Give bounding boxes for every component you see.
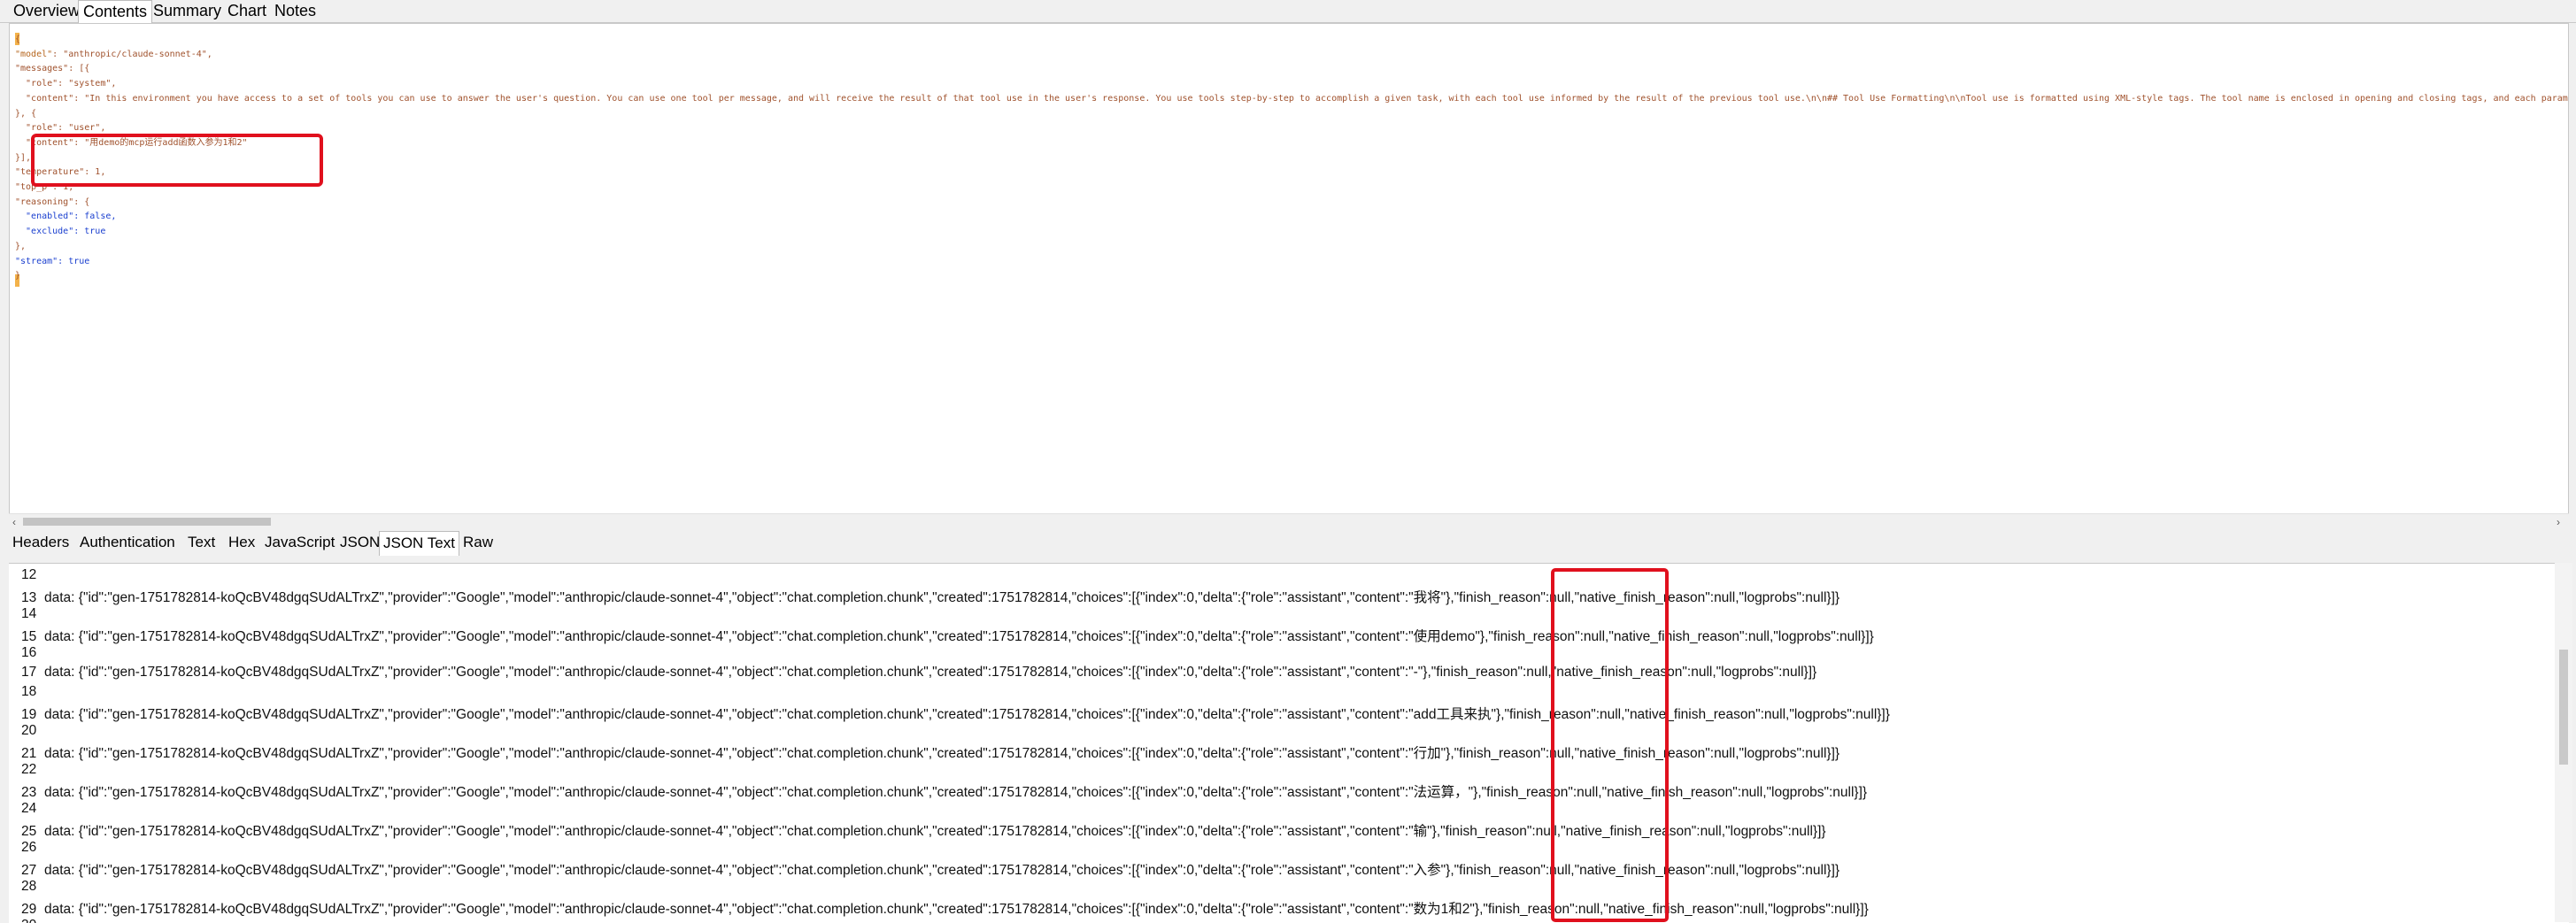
line-number: 16 [21, 645, 37, 660]
json-line: "reasoning": { [15, 196, 90, 207]
tab-chart[interactable]: Chart [223, 0, 271, 21]
json-line: "top_p": 1, [15, 182, 74, 193]
line-number: 24 [21, 801, 37, 816]
request-horizontal-scrollbar[interactable]: ‹ › [9, 513, 2569, 529]
request-json-text: {"model": "anthropic/claude-sonnet-4", "m… [15, 33, 2568, 284]
scrollbar-thumb[interactable] [23, 518, 271, 526]
json-line: "temperature": 1, [15, 167, 106, 178]
json-line: "enabled": false, [15, 212, 117, 222]
line-number: 28 [21, 879, 37, 894]
line-number: 26 [21, 840, 37, 855]
json-value: "anthropic/claude-sonnet-4", [63, 49, 212, 59]
json-line: { [15, 35, 21, 44]
stream-line: 30 [21, 918, 44, 923]
tab-contents[interactable]: Contents [78, 0, 153, 23]
stream-line: 14 [21, 606, 44, 622]
tab-json[interactable]: JSON [336, 531, 383, 554]
tab-json-text[interactable]: JSON Text [379, 531, 459, 556]
line-number: 25 [21, 824, 37, 839]
tab-javascript[interactable]: JavaScript [261, 531, 338, 554]
line-number: 19 [21, 707, 37, 722]
line-number: 29 [21, 902, 37, 917]
line-number: 23 [21, 785, 37, 800]
line-number: 15 [21, 629, 37, 644]
json-line: "content": "用demo的mcp运行add函数入参为1和2" [15, 137, 248, 148]
json-line: }, [15, 241, 27, 251]
request-body-pane[interactable]: {"model": "anthropic/claude-sonnet-4", "m… [9, 23, 2569, 529]
line-number: 13 [21, 590, 37, 605]
stream-line: 17 data: {"id":"gen-1751782814-koQcBV48dg… [21, 665, 1816, 681]
line-number: 17 [21, 665, 37, 680]
tab-notes[interactable]: Notes [270, 0, 320, 21]
response-vertical-scrollbar[interactable] [2555, 563, 2572, 922]
json-line: "stream": true [15, 256, 90, 266]
json-line: }, { [15, 108, 37, 119]
line-number: 22 [21, 762, 37, 777]
scroll-right-icon[interactable]: › [2557, 516, 2560, 528]
json-key: "model" [15, 49, 53, 59]
json-line: "role": "system", [15, 79, 117, 89]
tab-authentication[interactable]: Authentication [76, 531, 179, 554]
content-column-highlight-box [1551, 568, 1669, 922]
json-line: }], [15, 152, 32, 163]
stream-line: 22 [21, 762, 44, 778]
top-tab-bar: Overview Contents Summary Chart Notes [0, 0, 2576, 23]
scroll-left-icon[interactable]: ‹ [12, 516, 16, 528]
line-number: 27 [21, 863, 37, 878]
tab-text[interactable]: Text [184, 531, 219, 554]
stream-line: 26 [21, 840, 44, 856]
json-line: "model": "anthropic/claude-sonnet-4", [15, 49, 212, 59]
stream-line: 12 [21, 567, 44, 583]
response-view-tabs: Headers Authentication Text Hex JavaScri… [9, 531, 2569, 556]
user-message-highlight-box [31, 134, 323, 187]
stream-line: 20 [21, 723, 44, 739]
tab-summary[interactable]: Summary [149, 0, 226, 21]
line-number: 12 [21, 567, 37, 582]
tab-hex[interactable]: Hex [225, 531, 258, 554]
line-number: 14 [21, 606, 37, 621]
json-line: } [15, 271, 21, 281]
json-line: "content": "In this environment you have… [15, 93, 2568, 104]
stream-line: 24 [21, 801, 44, 817]
tab-raw[interactable]: Raw [459, 531, 497, 554]
response-stream-pane[interactable]: 12 13 data: {"id":"gen-1751782814-koQcBV4… [9, 563, 2569, 923]
json-line: "messages": [{ [15, 64, 90, 74]
tab-overview[interactable]: Overview [9, 0, 84, 21]
line-number: 30 [21, 918, 44, 923]
json-line: "role": "user", [15, 123, 106, 134]
line-number: 21 [21, 746, 37, 761]
stream-line: 18 [21, 684, 44, 700]
line-number: 18 [21, 684, 37, 699]
stream-line: 28 [21, 879, 44, 895]
stream-line: 16 [21, 645, 44, 661]
tab-headers[interactable]: Headers [9, 531, 73, 554]
scrollbar-thumb[interactable] [2559, 650, 2568, 765]
line-number: 20 [21, 723, 37, 738]
json-line: "exclude": true [15, 227, 106, 237]
